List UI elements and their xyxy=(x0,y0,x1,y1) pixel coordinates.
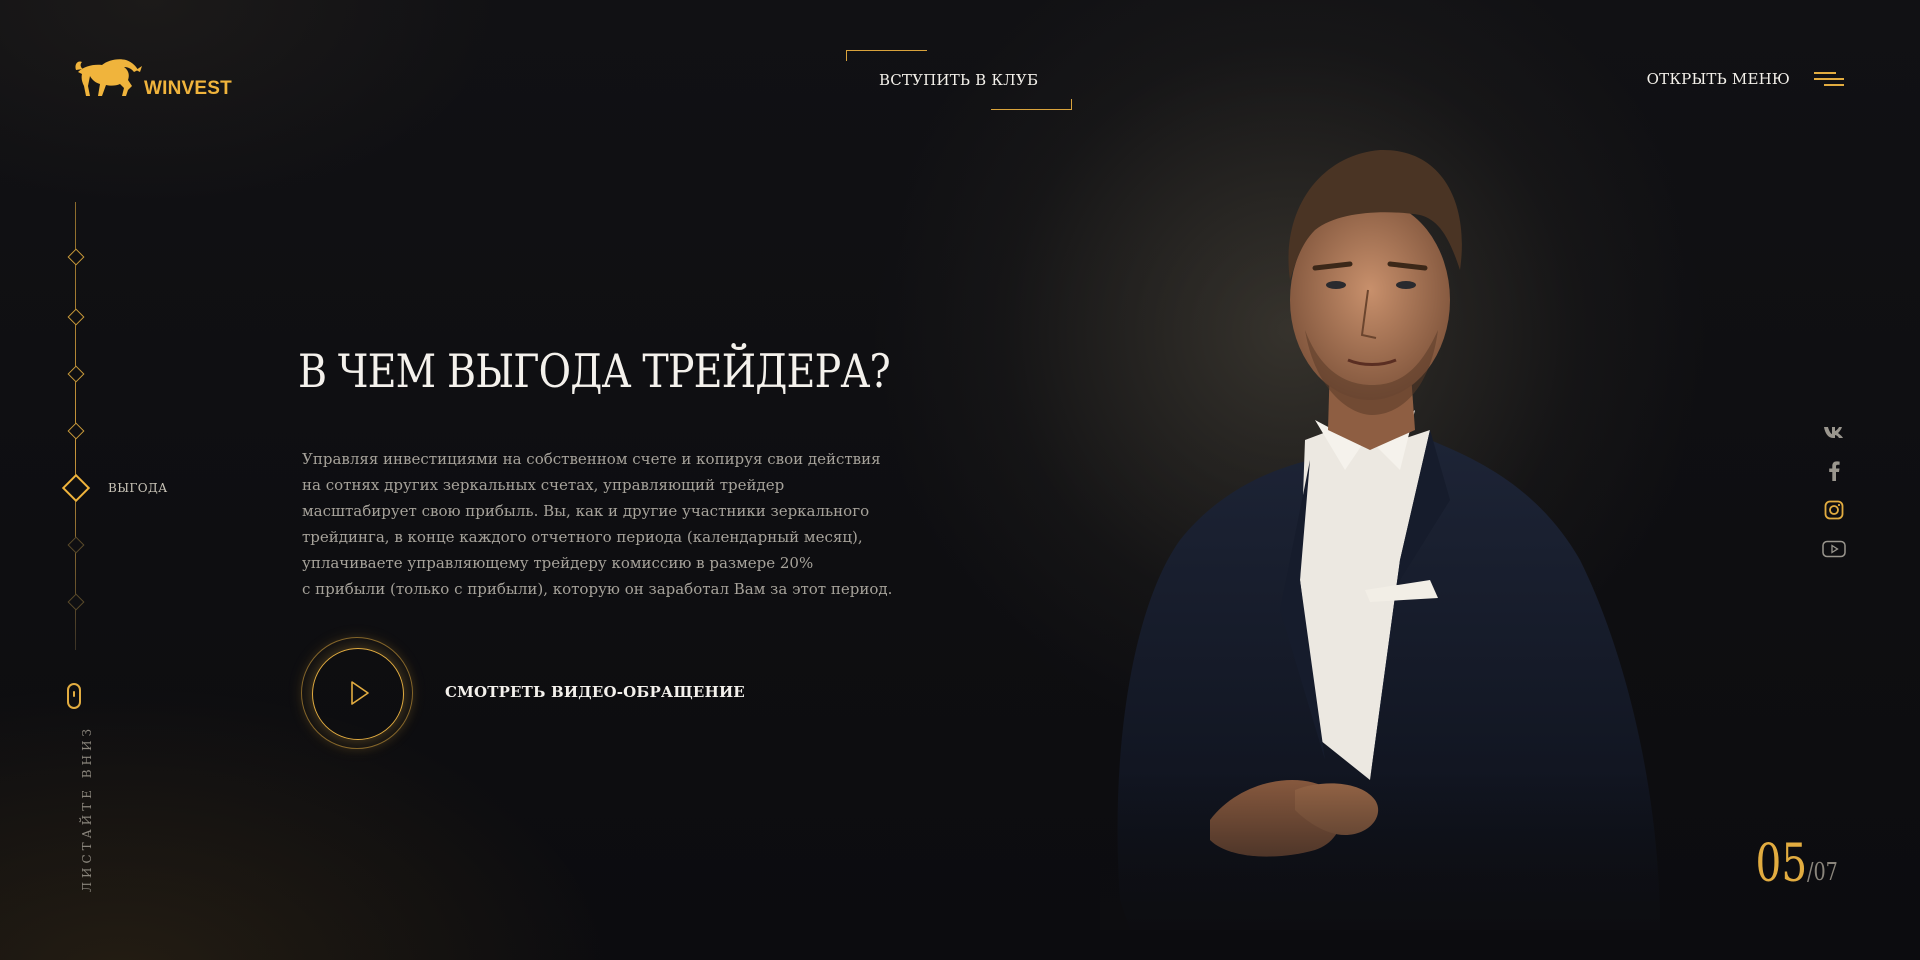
active-section-label: ВЫГОДА xyxy=(108,481,168,495)
play-icon xyxy=(351,681,369,705)
slide-counter: 05 /07 xyxy=(1741,838,1846,890)
description-line: трейдинга, в конце каждого отчетного пер… xyxy=(302,528,863,546)
description-line: Управляя инвестициями на собственном сче… xyxy=(302,450,881,468)
description-line: с прибыли (только с прибыли), которую он… xyxy=(302,580,893,598)
watch-video-link[interactable]: СМОТРЕТЬ ВИДЕО-ОБРАЩЕНИЕ xyxy=(445,683,745,701)
instagram-icon[interactable] xyxy=(1822,490,1846,529)
hamburger-icon xyxy=(1814,72,1844,86)
bull-icon xyxy=(75,59,142,96)
play-video-button[interactable] xyxy=(300,636,416,752)
brand-name: WINVEST xyxy=(144,78,232,99)
description-line: на сотнях других зеркальных счетах, упра… xyxy=(302,476,785,494)
page-title: В ЧЕМ ВЫГОДА ТРЕЙДЕРА? xyxy=(298,344,891,398)
trader-portrait xyxy=(1100,140,1660,930)
scroll-down-hint: ЛИСТАЙТЕ ВНИЗ xyxy=(80,724,94,892)
total-slides: /07 xyxy=(1807,858,1839,886)
social-links xyxy=(1822,412,1846,568)
vk-icon[interactable] xyxy=(1822,412,1846,451)
description-line: масштабирует свою прибыль. Вы, как и дру… xyxy=(302,502,870,520)
mouse-scroll-icon xyxy=(67,683,81,709)
logo[interactable]: WINVEST xyxy=(72,56,232,104)
youtube-icon[interactable] xyxy=(1822,529,1846,568)
join-club-button[interactable]: ВСТУПИТЬ В КЛУБ xyxy=(846,50,1072,110)
bracket-bottom-right xyxy=(991,99,1072,110)
description: Управляя инвестициями на собственном сче… xyxy=(302,446,942,602)
open-menu-label: ОТКРЫТЬ МЕНЮ xyxy=(1646,70,1790,88)
join-club-label: ВСТУПИТЬ В КЛУБ xyxy=(879,71,1039,89)
description-line: уплачиваете управляющему трейдеру комисс… xyxy=(302,554,814,572)
open-menu-button[interactable]: ОТКРЫТЬ МЕНЮ xyxy=(1647,70,1844,88)
current-slide-number: 05 xyxy=(1755,834,1808,894)
bracket-top-left xyxy=(846,50,927,61)
facebook-icon[interactable] xyxy=(1822,451,1846,490)
